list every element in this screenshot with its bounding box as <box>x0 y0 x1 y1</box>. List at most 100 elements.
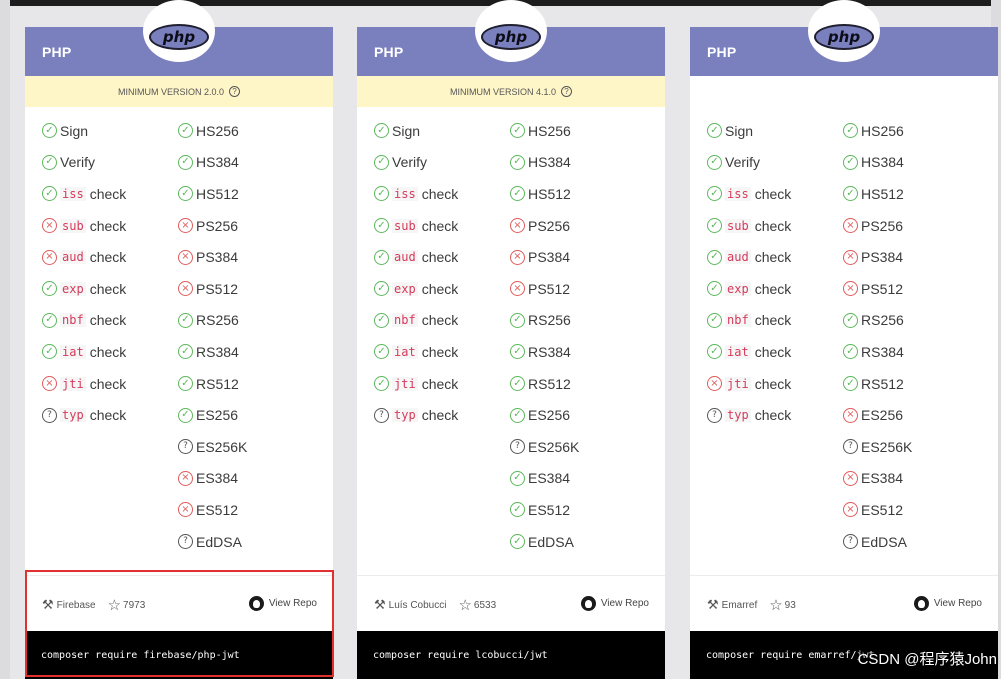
claims-list: ✓ Sign ✓ Verify ✓ iss check × sub check × aud check ✓… <box>42 115 126 431</box>
feature-label: check <box>754 185 792 202</box>
feature-row: ✓ iss check <box>707 178 791 210</box>
claim-code: iat <box>725 344 751 359</box>
author-name[interactable]: Emarref <box>722 600 758 611</box>
feature-row: ✓ HS256 <box>510 115 579 147</box>
feature-row: × PS256 <box>510 210 579 242</box>
feature-label: ES512 <box>528 501 571 518</box>
feature-label: check <box>754 407 792 424</box>
feature-label: ES256K <box>528 438 580 455</box>
feature-row: × sub check <box>42 210 126 242</box>
feature-label: check <box>421 343 459 360</box>
feature-label: check <box>754 343 792 360</box>
x-circle-icon: × <box>843 218 858 234</box>
view-repo-link[interactable]: View Repo <box>248 596 317 611</box>
feature-row: ✓ exp check <box>374 273 458 305</box>
feature-label: ES256 <box>528 407 571 424</box>
author-name[interactable]: Firebase <box>57 600 96 611</box>
feature-label: ES384 <box>528 470 571 487</box>
help-icon[interactable]: ? <box>561 86 573 97</box>
view-repo-link[interactable]: View Repo <box>913 596 982 611</box>
question-circle-icon: ? <box>42 407 57 423</box>
star-icon: ☆ <box>107 596 122 614</box>
feature-label: HS256 <box>196 122 239 139</box>
feature-label: check <box>89 407 127 424</box>
claim-code: exp <box>392 281 418 296</box>
view-repo-link[interactable]: View Repo <box>580 596 649 611</box>
feature-label: HS256 <box>528 122 571 139</box>
feature-label: check <box>421 217 459 234</box>
claims-list: ✓ Sign ✓ Verify ✓ iss check ✓ sub check ✓ aud check ✓… <box>374 115 458 431</box>
check-circle-icon: ✓ <box>707 218 722 234</box>
x-circle-icon: × <box>843 502 858 518</box>
help-icon[interactable]: ? <box>229 86 241 97</box>
feature-label: check <box>89 343 127 360</box>
x-circle-icon: × <box>178 249 193 265</box>
check-circle-icon: ✓ <box>42 281 57 297</box>
card-header: PHP php <box>690 0 998 76</box>
feature-row: × ES512 <box>178 494 247 526</box>
minimum-version-banner <box>690 76 998 107</box>
claim-code: sub <box>392 218 418 233</box>
feature-row: ✓ nbf check <box>707 305 791 337</box>
check-circle-icon: ✓ <box>374 123 389 139</box>
card-header: PHP php <box>25 0 333 76</box>
feature-row: ✓ HS256 <box>843 115 912 147</box>
x-circle-icon: × <box>843 249 858 265</box>
claim-code: jti <box>60 376 86 391</box>
check-circle-icon: ✓ <box>374 281 389 297</box>
check-circle-icon: ✓ <box>178 154 193 170</box>
feature-row: ✓ jti check <box>374 368 458 400</box>
check-circle-icon: ✓ <box>510 502 525 518</box>
feature-row: × PS384 <box>178 241 247 273</box>
claim-code: typ <box>392 408 418 423</box>
feature-label: ES256 <box>861 407 904 424</box>
page-gutter-left <box>0 0 10 679</box>
feature-row: ✓ RS512 <box>178 368 247 400</box>
claim-code: aud <box>725 250 751 265</box>
claims-list: ✓ Sign ✓ Verify ✓ iss check ✓ sub check ✓ aud check ✓… <box>707 115 791 431</box>
install-command[interactable]: composer require lcobucci/jwt <box>357 631 665 679</box>
feature-label: Sign <box>725 122 754 139</box>
minimum-version-banner: MINIMUM VERSION 2.0.0? <box>25 76 333 107</box>
feature-label: check <box>754 217 792 234</box>
check-circle-icon: ✓ <box>707 186 722 202</box>
claim-code: jti <box>725 376 751 391</box>
check-circle-icon: ✓ <box>843 312 858 328</box>
feature-row: ✓ Verify <box>42 147 126 179</box>
feature-row: ? ES256K <box>843 431 912 463</box>
algorithms-list: ✓ HS256 ✓ HS384 ✓ HS512 × PS256 × PS384 × PS512 ✓ RS2… <box>843 115 912 557</box>
php-logo-icon: php <box>149 24 209 50</box>
star-icon: ☆ <box>458 596 472 614</box>
feature-row: ✓ ES384 <box>510 463 579 495</box>
watermark: CSDN @程序猿John <box>857 651 997 668</box>
x-circle-icon: × <box>510 249 525 265</box>
check-circle-icon: ✓ <box>843 376 858 392</box>
feature-row: × jti check <box>42 368 126 400</box>
x-circle-icon: × <box>178 218 193 234</box>
check-circle-icon: ✓ <box>42 123 57 139</box>
check-circle-icon: ✓ <box>707 123 722 139</box>
x-circle-icon: × <box>510 281 525 297</box>
feature-row: ✓ iss check <box>374 178 458 210</box>
feature-label: check <box>421 280 459 297</box>
feature-label: HS384 <box>861 154 904 171</box>
feature-row: ✓ Sign <box>42 115 126 147</box>
question-circle-icon: ? <box>843 439 858 455</box>
library-card: PHP php MINIMUM VERSION 2.0.0? ✓ Sign ✓ Verify… <box>25 0 333 679</box>
claim-code: aud <box>392 250 418 265</box>
feature-label: RS256 <box>196 312 239 329</box>
language-title: PHP <box>707 44 737 60</box>
feature-row: ✓ nbf check <box>42 305 126 337</box>
install-command[interactable]: composer require firebase/php-jwt <box>25 631 333 679</box>
language-title: PHP <box>374 44 404 60</box>
x-circle-icon: × <box>178 281 193 297</box>
feature-label: HS512 <box>861 185 904 202</box>
card-footer: ⚒ Emarref ☆ 93 View Repo <box>690 575 998 631</box>
feature-label: check <box>89 280 127 297</box>
check-circle-icon: ✓ <box>707 281 722 297</box>
feature-label: ES384 <box>861 470 904 487</box>
author-name[interactable]: Luís Cobucci <box>389 600 447 611</box>
check-circle-icon: ✓ <box>374 186 389 202</box>
card-footer: ⚒ Luís Cobucci ☆ 6533 View Repo <box>357 575 665 631</box>
minimum-version-text: MINIMUM VERSION 4.1.0 <box>449 86 557 97</box>
